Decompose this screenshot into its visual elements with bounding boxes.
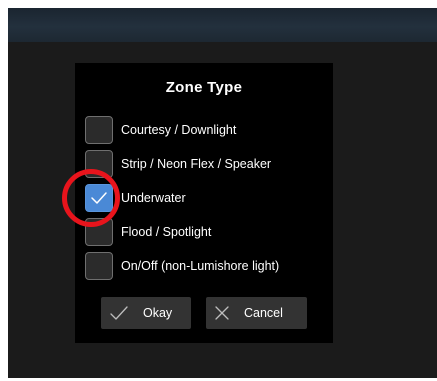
okay-label: Okay — [143, 306, 173, 320]
option-label: On/Off (non-Lumishore light) — [121, 259, 280, 273]
option-underwater[interactable]: Underwater — [85, 183, 325, 213]
option-flood-spotlight[interactable]: Flood / Spotlight — [85, 217, 325, 247]
option-label: Flood / Spotlight — [121, 225, 212, 239]
option-strip-neon-speaker[interactable]: Strip / Neon Flex / Speaker — [85, 149, 325, 179]
app-background: Zone Type Courtesy / Downlight Strip / N… — [8, 8, 437, 378]
option-label: Underwater — [121, 191, 186, 205]
checkbox[interactable] — [85, 116, 113, 144]
top-bar — [8, 8, 437, 42]
option-label: Strip / Neon Flex / Speaker — [121, 157, 272, 171]
check-icon — [110, 306, 128, 320]
okay-button[interactable]: Okay — [101, 297, 191, 329]
option-courtesy-downlight[interactable]: Courtesy / Downlight — [85, 115, 325, 145]
option-on-off[interactable]: On/Off (non-Lumishore light) — [85, 251, 325, 281]
cancel-label: Cancel — [244, 306, 283, 320]
highlight-circle — [62, 169, 120, 227]
option-label: Courtesy / Downlight — [121, 123, 237, 137]
cancel-button[interactable]: Cancel — [206, 297, 307, 329]
dialog-title: Zone Type — [165, 79, 243, 96]
close-icon — [215, 306, 229, 320]
checkbox[interactable] — [85, 252, 113, 280]
